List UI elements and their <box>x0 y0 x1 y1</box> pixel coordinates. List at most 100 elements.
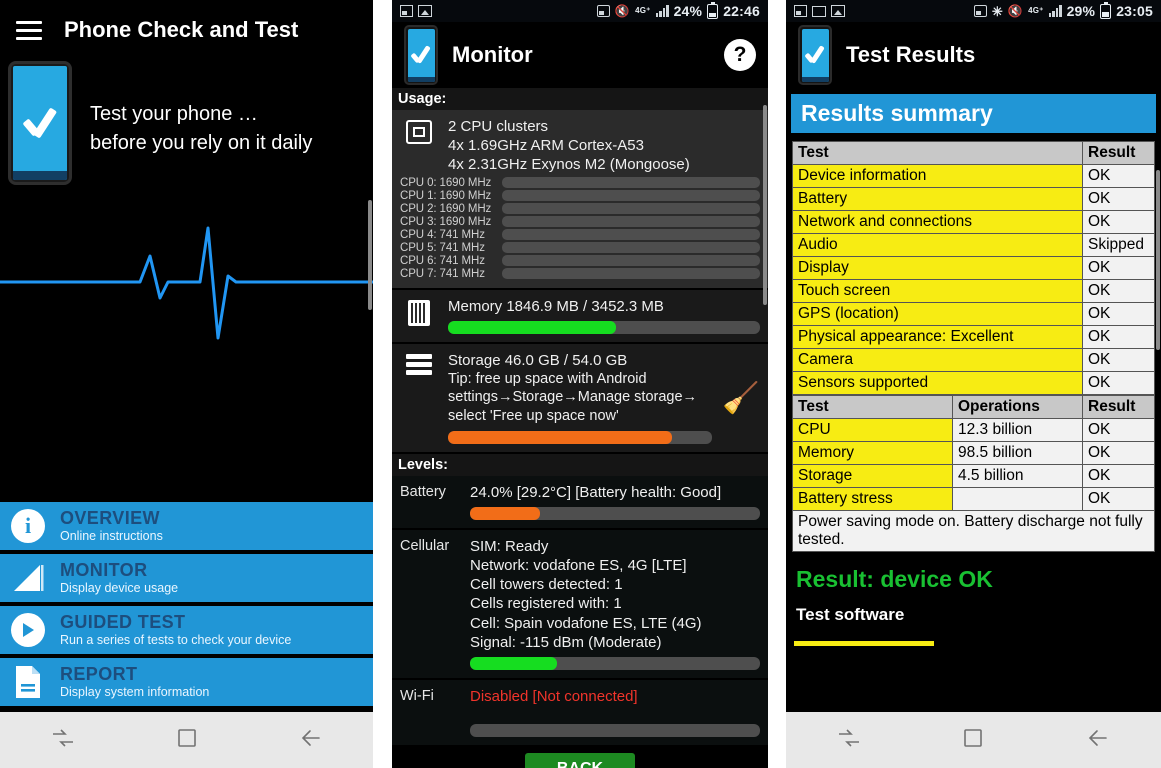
4g-data-icon: 4G⁺ <box>635 6 651 15</box>
column-header-operations: Operations <box>952 395 1083 419</box>
home-icon[interactable] <box>962 727 984 754</box>
hero-text: Test your phone … before you rely on it … <box>90 100 312 158</box>
back-icon[interactable] <box>1086 728 1110 753</box>
test-result: OK <box>1082 256 1155 280</box>
cpu-core-bar <box>502 268 760 280</box>
android-navbar <box>786 712 1161 768</box>
cpu-core-bar <box>502 242 760 254</box>
cpu-card: 2 CPU clusters 4x 1.69GHz ARM Cortex-A53… <box>392 110 768 290</box>
menu-item-guided-test[interactable]: GUIDED TEST Run a series of tests to che… <box>0 606 373 654</box>
storage-text: Storage 46.0 GB / 54.0 GB <box>448 351 628 369</box>
cellular-line: SIM: Ready <box>470 537 549 555</box>
page-title: Phone Check and Test <box>64 17 299 42</box>
scrollbar[interactable] <box>368 200 372 310</box>
back-button[interactable]: BACK <box>525 753 635 768</box>
cellular-label: Cellular <box>400 537 450 554</box>
test-result: OK <box>1082 487 1155 511</box>
test-name: Battery stress <box>792 487 953 511</box>
test-result: OK <box>1082 210 1155 234</box>
table-row: Storage 4.5 billion OK <box>792 464 1155 488</box>
test-result: OK <box>1082 441 1155 465</box>
cpu-core-row: CPU 5: 741 MHz <box>400 242 760 254</box>
alarm-icon <box>596 5 610 17</box>
menu-item-monitor[interactable]: MONITOR Display device usage <box>0 554 373 602</box>
cpu-core-bar <box>502 255 760 267</box>
hamburger-icon[interactable] <box>16 20 42 40</box>
recents-icon[interactable] <box>837 728 861 753</box>
test-name: Memory <box>792 441 953 465</box>
results-table-benchmarks: Test Operations Result CPU 12.3 billion OK… <box>792 395 1155 552</box>
battery-level-card: Battery 24.0% [29.2°C] [Battery health: … <box>392 475 768 530</box>
results-summary-banner: Results summary <box>791 94 1156 133</box>
battery-label: Battery <box>400 483 446 500</box>
back-icon[interactable] <box>299 728 323 753</box>
menu-item-title: GUIDED TEST <box>60 611 186 632</box>
table-row: Audio Skipped <box>792 233 1155 257</box>
menu-item-title: MONITOR <box>60 559 148 580</box>
phone-panel-test-results: ✳ 🔇 4G⁺ 29% 23:05 Test Results Results s… <box>786 0 1161 768</box>
battery-percent: 29% <box>1066 3 1096 19</box>
menu-item-report[interactable]: REPORT Display system information <box>0 658 373 706</box>
wifi-label: Wi-Fi <box>400 687 434 704</box>
test-operations <box>952 487 1083 511</box>
column-header-result: Result <box>1082 141 1155 165</box>
column-header-test: Test <box>792 141 1083 165</box>
cpu-core-row: CPU 3: 1690 MHz <box>400 216 760 228</box>
help-button[interactable]: ? <box>724 39 756 71</box>
table-row: Battery OK <box>792 187 1155 211</box>
test-name: Battery <box>792 187 1083 211</box>
status-bar: ✳ 🔇 4G⁺ 29% 23:05 <box>786 0 1161 22</box>
screenshot-root: Phone Check and Test Test your phone … b… <box>0 0 1161 768</box>
phone-panel-monitor: 🔇 4G⁺ 24% 22:46 Monitor ? Usage: 2 CPU c… <box>392 0 768 768</box>
test-result: OK <box>1082 187 1155 211</box>
wifi-direct-icon <box>418 5 432 17</box>
table-row-note: Power saving mode on. Battery discharge … <box>792 510 1155 552</box>
cellular-line: Signal: -115 dBm (Moderate) <box>470 633 662 651</box>
cpu-core-label: CPU 6: 741 MHz <box>400 254 485 267</box>
menu-item-subtitle: Display device usage <box>60 580 179 595</box>
cpu-core-label: CPU 1: 1690 MHz <box>400 189 492 202</box>
storage-bar <box>448 430 712 444</box>
cellular-bar <box>470 656 760 670</box>
storage-tip: Tip: free up space with Android settings… <box>448 370 698 425</box>
levels-section-label: Levels: <box>392 453 768 476</box>
scrollbar[interactable] <box>763 105 767 305</box>
mute-icon: 🔇 <box>614 4 631 18</box>
test-name: Device information <box>792 164 1083 188</box>
test-result: OK <box>1082 279 1155 303</box>
menu-item-subtitle: Online instructions <box>60 528 163 543</box>
phone-checkmark-icon <box>404 25 438 85</box>
4g-data-icon: 4G⁺ <box>1028 6 1044 15</box>
menu-item-overview[interactable]: i OVERVIEW Online instructions <box>0 502 373 550</box>
table-row: Camera OK <box>792 348 1155 372</box>
table-row: Display OK <box>792 256 1155 280</box>
column-header-test: Test <box>792 395 953 419</box>
memory-card: Memory 1846.9 MB / 3452.3 MB <box>392 289 768 344</box>
hero-area: Test your phone … before you rely on it … <box>0 60 373 502</box>
clock: 23:05 <box>1116 3 1153 19</box>
table-row: Battery stress OK <box>792 487 1155 511</box>
hero-line-1: Test your phone … <box>90 103 258 125</box>
cpu-core-bar <box>502 216 760 228</box>
battery-note: Power saving mode on. Battery discharge … <box>792 510 1155 552</box>
home-icon[interactable] <box>176 727 198 754</box>
test-result: OK <box>1082 325 1155 349</box>
test-name: Audio <box>792 233 1083 257</box>
table-row: Physical appearance: Excellent OK <box>792 325 1155 349</box>
panel-gap <box>373 0 392 768</box>
scrollbar[interactable] <box>1156 170 1160 350</box>
page-title: Monitor <box>452 42 533 67</box>
usage-section-label: Usage: <box>392 88 768 110</box>
cpu-core-label: CPU 0: 1690 MHz <box>400 176 492 189</box>
recents-icon[interactable] <box>51 728 75 753</box>
cpu-core-label: CPU 7: 741 MHz <box>400 267 485 280</box>
cpu-core-row: CPU 7: 741 MHz <box>400 268 760 280</box>
cellular-card: Cellular SIM: Ready Network: vodafone ES… <box>392 529 768 680</box>
panel-gap <box>768 0 786 768</box>
mute-icon: 🔇 <box>1007 4 1024 18</box>
bluetooth-icon: ✳ <box>991 3 1003 19</box>
alarm-icon <box>973 5 987 17</box>
test-name: Network and connections <box>792 210 1083 234</box>
broom-icon[interactable]: 🧹 <box>722 351 760 444</box>
menu-item-subtitle: Display system information <box>60 684 210 699</box>
